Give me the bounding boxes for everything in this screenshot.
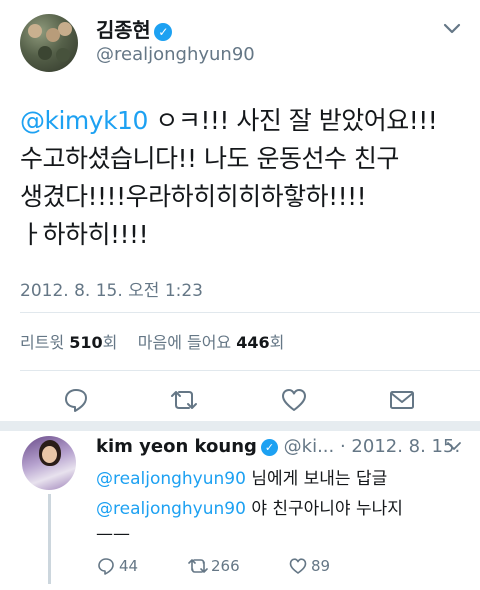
retweet-icon [188, 559, 208, 573]
like-suffix: 회 [269, 333, 285, 352]
reply-author-name[interactable]: kim yeon koung [96, 436, 257, 457]
reply-icon[interactable] [62, 386, 90, 414]
reply-body: 야 친구아니야 누나지 [245, 499, 403, 519]
reply-author-avatar[interactable] [22, 436, 76, 490]
retweet-stat[interactable]: 리트윗 510회 [20, 333, 117, 352]
section-separator [0, 421, 480, 431]
retweet-icon[interactable] [170, 386, 198, 414]
author-handle[interactable]: @realjonghyun90 [96, 44, 255, 65]
heart-icon[interactable] [280, 386, 308, 414]
tweet-stats: 리트윗 510회 마음에 들어요 446회 [20, 329, 284, 353]
reply-icon [98, 558, 114, 575]
divider [20, 312, 480, 313]
heart-icon [289, 558, 307, 574]
reply-reply-count: 44 [119, 557, 139, 575]
divider [20, 370, 480, 371]
tweet-line-4: ㅏ하하히!!!! [20, 220, 149, 249]
reply-text: @realjonghyun90 야 친구아니야 누나지 [96, 494, 403, 519]
author-name[interactable]: 김종현 ✓ [96, 14, 173, 43]
mention-link[interactable]: @kimyk10 [20, 106, 148, 135]
reply-mention-link[interactable]: @realjonghyun90 [96, 499, 246, 519]
author-avatar[interactable] [20, 14, 78, 72]
reply-retweet-count: 266 [211, 557, 240, 575]
retweet-suffix: 회 [102, 333, 118, 352]
like-count: 446 [236, 333, 270, 352]
retweet-count: 510 [69, 333, 103, 352]
tweet-line-1: ㅇㅋ!!! 사진 잘 받았어요!!! [147, 106, 438, 135]
tweet-timestamp[interactable]: 2012. 8. 15. 오전 1:23 [20, 276, 203, 301]
share-mail-icon[interactable] [388, 386, 416, 414]
reply-retweet-button[interactable]: 266 [188, 556, 240, 576]
like-stat[interactable]: 마음에 들어요 446회 [138, 333, 285, 352]
chevron-down-icon[interactable] [440, 16, 464, 40]
reply-like-count: 89 [311, 557, 331, 575]
reply-reply-button[interactable]: 44 [96, 556, 138, 576]
tweet-text: @kimyk10 ㅇㅋ!!! 사진 잘 받았어요!!! 수고하셨습니다!! 나도… [20, 102, 465, 254]
reply-header: kim yeon koung ✓ @ki... · 2012. 8. 15. [96, 436, 460, 457]
tweet-line-3: 생겼다!!!!우라하히히히하핳하!!!! [20, 182, 367, 211]
tweet-action-bar [0, 378, 480, 422]
retweet-label: 리트윗 [20, 333, 65, 352]
replying-to-text: 님에게 보내는 답글 [245, 469, 388, 489]
verified-badge-icon: ✓ [154, 22, 173, 41]
reply-like-button[interactable]: 89 [288, 556, 330, 576]
author-display-name: 김종현 [96, 18, 151, 42]
tweet-line-2: 수고하셨습니다!! 나도 운동선수 친구 [20, 144, 399, 173]
replying-to-handle[interactable]: @realjonghyun90 [96, 469, 246, 489]
verified-badge-icon: ✓ [260, 438, 278, 456]
thread-line [48, 494, 51, 584]
reply-text-tail: —— [96, 524, 130, 544]
reply-meta[interactable]: @ki... · 2012. 8. 15. [284, 436, 461, 457]
replying-to: @realjonghyun90 님에게 보내는 답글 [96, 464, 387, 489]
chevron-down-icon[interactable] [444, 436, 464, 456]
like-label: 마음에 들어요 [137, 333, 232, 352]
